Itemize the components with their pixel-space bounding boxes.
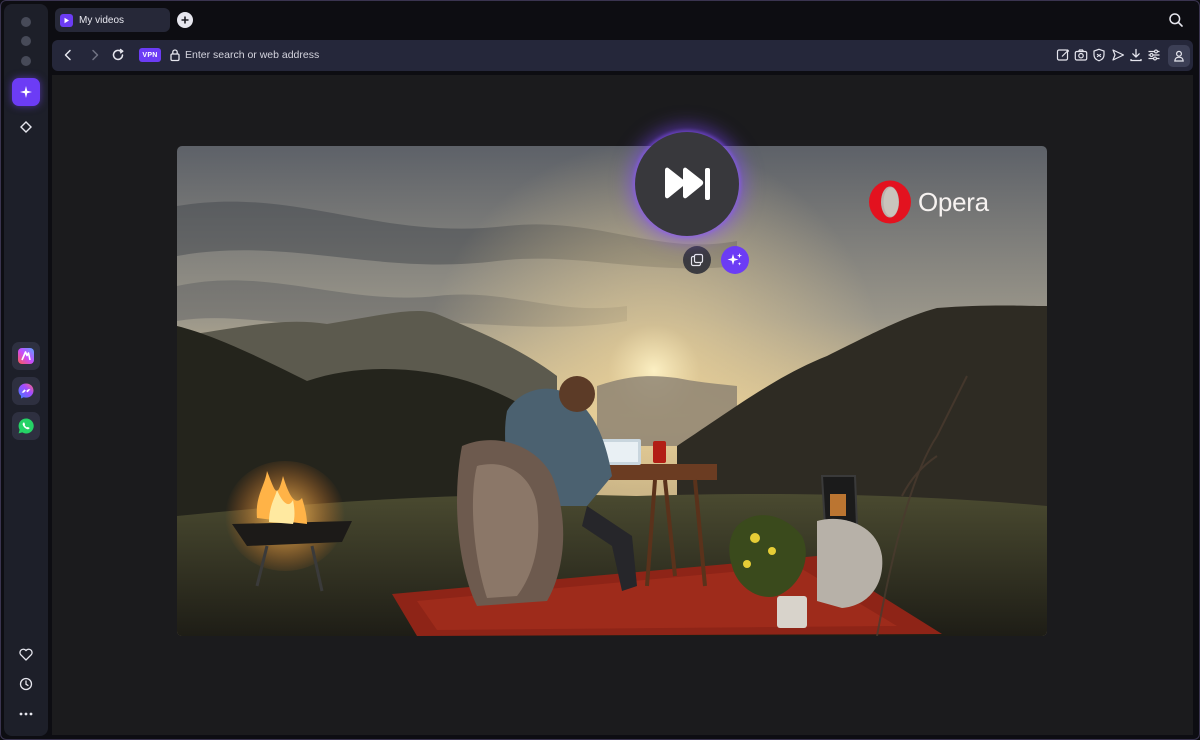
whatsapp-icon (18, 418, 34, 434)
address-toolbar: VPN (52, 40, 1193, 71)
heart-icon (19, 648, 33, 661)
download-icon[interactable] (1129, 48, 1143, 62)
easy-setup-icon[interactable] (1147, 48, 1161, 62)
play-icon (60, 13, 73, 27)
sidebar-item-aria-app[interactable] (12, 342, 40, 370)
user-icon (1174, 50, 1184, 62)
tab-my-videos[interactable]: My videos (55, 8, 170, 32)
address-input[interactable] (185, 40, 785, 71)
opera-wordmark: Opera (918, 186, 989, 217)
pinboards-button[interactable] (16, 117, 36, 137)
send-icon[interactable] (1111, 48, 1125, 62)
history-icon (19, 677, 33, 691)
sidebar-item-history[interactable] (16, 674, 36, 694)
sidebar-item-whatsapp[interactable] (12, 412, 40, 440)
skip-forward-icon (665, 167, 710, 200)
more-icon (19, 712, 33, 716)
diamond-icon (20, 121, 32, 133)
back-icon[interactable] (61, 48, 75, 62)
picture-in-picture-button[interactable] (683, 246, 711, 274)
opera-logo: Opera (867, 179, 989, 225)
sidebar (4, 4, 48, 736)
tab-search-icon[interactable] (1168, 12, 1184, 28)
vpn-badge[interactable]: VPN (139, 48, 161, 62)
video-player[interactable]: Opera (177, 146, 1047, 636)
ai-summary-button[interactable] (721, 246, 749, 274)
pip-icon (690, 253, 704, 267)
camera-icon[interactable] (1074, 48, 1088, 62)
sidebar-item-messenger[interactable] (12, 377, 40, 405)
shield-icon[interactable] (1092, 48, 1106, 62)
plus-icon (181, 16, 189, 24)
skip-forward-button[interactable] (635, 132, 739, 236)
sparkle-icon (20, 86, 32, 98)
opera-o-icon (869, 180, 911, 224)
sidebar-more-button[interactable] (16, 704, 36, 724)
window-close-dot[interactable] (21, 17, 31, 27)
window-minimize-dot[interactable] (21, 36, 31, 46)
lock-icon (170, 49, 180, 62)
reload-icon[interactable] (111, 48, 125, 62)
new-tab-button[interactable] (177, 12, 193, 28)
page-content: Opera (52, 75, 1193, 735)
forward-icon[interactable] (88, 48, 102, 62)
sidebar-item-favorites[interactable] (16, 644, 36, 664)
browser-window: My videos VPN Enter search or web addres… (0, 0, 1200, 740)
messenger-icon (18, 383, 34, 399)
profile-button[interactable] (1168, 45, 1190, 67)
aria-icon (18, 348, 34, 364)
aria-button[interactable] (12, 78, 40, 106)
window-maximize-dot[interactable] (21, 56, 31, 66)
ai-sparkle-icon (727, 253, 742, 266)
edit-icon[interactable] (1056, 48, 1070, 62)
tab-title: My videos (79, 14, 125, 26)
